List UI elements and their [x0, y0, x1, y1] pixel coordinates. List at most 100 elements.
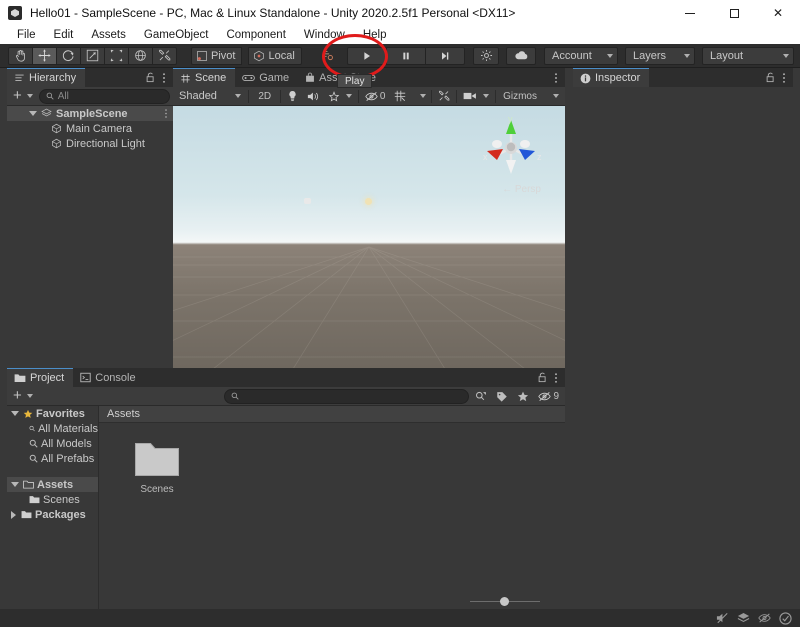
scene-tools-icon	[439, 90, 450, 101]
rotate-tool-button[interactable]	[56, 46, 81, 65]
project-tree-packages[interactable]: Packages	[7, 507, 98, 522]
account-dropdown[interactable]: Account	[544, 46, 618, 65]
chevron-down-icon[interactable]	[26, 394, 33, 398]
scene-render-surface[interactable]: x y z ← Persp	[173, 106, 565, 368]
scene-fx-dropdown[interactable]	[325, 89, 355, 104]
expand-arrow-icon[interactable]	[11, 411, 19, 416]
scene-grid-visibility-button[interactable]	[391, 89, 409, 104]
project-tree-scenes[interactable]: Scenes	[7, 492, 98, 507]
window-titlebar: Hello01 - SampleScene - PC, Mac & Linux …	[0, 0, 800, 26]
hierarchy-item-directional-light[interactable]: Directional Light	[7, 136, 173, 151]
tab-hierarchy[interactable]: Hierarchy	[7, 68, 86, 87]
asset-item-scenes[interactable]: Scenes	[121, 439, 193, 495]
project-asset-browser[interactable]: Assets Scenes	[99, 406, 565, 612]
visibility-off-icon	[365, 91, 378, 101]
light-gizmo-marker[interactable]	[365, 198, 372, 205]
gamepad-icon	[242, 74, 256, 81]
hand-tool-button[interactable]	[8, 46, 33, 65]
lock-icon[interactable]	[146, 72, 155, 83]
expand-arrow-icon[interactable]	[29, 111, 37, 116]
transform-tool-button[interactable]	[128, 46, 153, 65]
panel-menu-icon[interactable]	[162, 72, 166, 84]
tab-project[interactable]: Project	[7, 368, 74, 387]
move-tool-button[interactable]	[32, 46, 57, 65]
menu-gameobject[interactable]: GameObject	[135, 29, 218, 41]
collab-button[interactable]	[315, 47, 340, 65]
project-search-input[interactable]	[224, 388, 470, 404]
menu-file[interactable]: File	[8, 29, 45, 41]
layers-dropdown[interactable]: Layers	[625, 46, 695, 65]
scene-projection-label[interactable]: ← Persp	[502, 184, 541, 195]
collapse-arrow-icon[interactable]	[11, 510, 16, 519]
lock-icon[interactable]	[538, 372, 547, 383]
play-button[interactable]	[346, 46, 387, 65]
pause-button[interactable]	[385, 46, 426, 65]
expand-arrow-icon[interactable]	[11, 482, 19, 487]
gizmos-dropdown[interactable]	[544, 89, 562, 104]
layers-status-icon[interactable]	[735, 611, 752, 625]
check-circle-icon[interactable]	[777, 611, 794, 625]
hierarchy-add-button[interactable]: +	[10, 88, 25, 104]
services-settings-button[interactable]	[473, 46, 499, 65]
panel-menu-icon[interactable]	[554, 72, 558, 84]
project-add-button[interactable]: +	[10, 388, 25, 404]
close-button[interactable]: ✕	[756, 0, 800, 26]
panel-menu-icon[interactable]	[554, 372, 558, 384]
menu-window[interactable]: Window	[295, 29, 354, 41]
hierarchy-item-main-camera[interactable]: Main Camera	[7, 121, 173, 136]
menu-edit[interactable]: Edit	[45, 29, 83, 41]
scene-viewport[interactable]: x y z ← Persp	[173, 106, 565, 368]
menu-help[interactable]: Help	[354, 29, 396, 41]
minimize-button[interactable]	[668, 0, 712, 26]
scene-hidden-objects-button[interactable]: 0	[362, 89, 389, 104]
scene-lighting-button[interactable]	[284, 89, 301, 104]
step-button[interactable]	[424, 46, 465, 65]
hierarchy-item-samplescene[interactable]: SampleScene	[7, 106, 173, 121]
slider-handle[interactable]	[500, 597, 509, 606]
scene-grid-dropdown[interactable]	[412, 89, 428, 104]
mute-audio-icon[interactable]	[714, 611, 731, 625]
scale-tool-button[interactable]	[80, 46, 105, 65]
handle-rotation-toggle[interactable]: Local	[248, 46, 302, 65]
project-tree-all-models[interactable]: All Models	[7, 436, 98, 451]
tab-console[interactable]: Console	[73, 368, 145, 387]
scene-grid-lines	[173, 245, 565, 368]
scene-menu-icon[interactable]	[164, 108, 168, 119]
favorite-button[interactable]	[514, 389, 532, 404]
tab-game[interactable]: Game	[235, 68, 299, 87]
draw-mode-dropdown[interactable]: Shaded	[176, 89, 245, 104]
lock-icon[interactable]	[766, 72, 775, 83]
rect-tool-button[interactable]	[104, 46, 129, 65]
search-by-type-button[interactable]	[472, 389, 490, 404]
chevron-down-icon[interactable]	[26, 94, 33, 98]
panel-menu-icon[interactable]	[782, 72, 786, 84]
scene-audio-button[interactable]	[304, 89, 322, 104]
asset-zoom-slider[interactable]	[470, 596, 540, 607]
scene-orientation-gizmo[interactable]: x y z	[475, 114, 547, 182]
project-tree-favorites[interactable]: Favorites	[7, 406, 98, 421]
tab-inspector[interactable]: Inspector	[573, 68, 650, 87]
toggle-2d-button[interactable]: 2D	[252, 89, 277, 104]
menu-component[interactable]: Component	[217, 29, 294, 41]
scene-camera-button[interactable]	[460, 89, 492, 104]
project-hidden-count[interactable]: 9	[535, 389, 562, 404]
tab-console-label: Console	[95, 371, 136, 384]
visibility-off-icon[interactable]	[756, 611, 773, 625]
project-tree-all-materials[interactable]: All Materials	[7, 421, 98, 436]
scene-tools-button[interactable]	[435, 89, 453, 104]
pivot-toggle[interactable]: Pivot	[191, 46, 243, 65]
hierarchy-search-input[interactable]: All	[38, 88, 170, 104]
camera-gizmo-marker[interactable]	[304, 198, 311, 204]
gizmos-button[interactable]: Gizmos	[499, 89, 541, 104]
breadcrumb[interactable]: Assets	[99, 406, 565, 423]
search-icon	[29, 425, 35, 432]
project-tree-assets[interactable]: Assets	[7, 477, 98, 492]
custom-tool-button[interactable]	[152, 46, 177, 65]
layout-dropdown[interactable]: Layout	[702, 46, 794, 65]
cloud-button[interactable]	[506, 46, 536, 65]
project-tree-all-prefabs[interactable]: All Prefabs	[7, 451, 98, 466]
maximize-button[interactable]	[712, 0, 756, 26]
tab-scene[interactable]: Scene	[173, 68, 236, 87]
menu-assets[interactable]: Assets	[82, 29, 135, 41]
search-by-label-button[interactable]	[493, 389, 511, 404]
